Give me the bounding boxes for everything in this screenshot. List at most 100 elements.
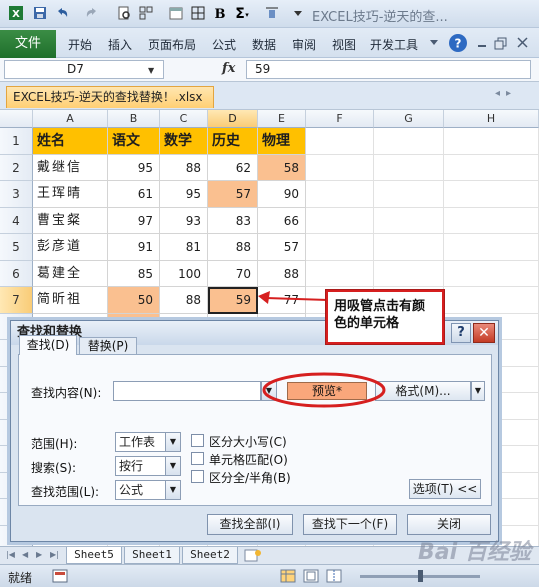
- cell-a5[interactable]: 彭彦道: [33, 234, 108, 261]
- look-in-select[interactable]: 公式 ▼: [115, 480, 181, 500]
- first-sheet-icon[interactable]: |◀: [6, 550, 15, 559]
- align-top-icon[interactable]: [264, 5, 280, 21]
- cell-a6[interactable]: 葛建全: [33, 260, 108, 287]
- cell-d5[interactable]: 88: [208, 234, 258, 261]
- sheet-tab-sheet5[interactable]: Sheet5: [66, 547, 122, 564]
- column-header-e[interactable]: E: [258, 110, 306, 128]
- header-cell-e[interactable]: 物理: [258, 128, 306, 155]
- tab-file[interactable]: 文件: [0, 30, 56, 58]
- tab-developer[interactable]: 开发工具: [370, 36, 418, 53]
- cell-b4[interactable]: 97: [108, 207, 160, 234]
- cell-c2[interactable]: 88: [160, 154, 208, 181]
- column-header-f[interactable]: F: [306, 110, 374, 128]
- cell-e5[interactable]: 57: [258, 234, 306, 261]
- row-header-1[interactable]: 1: [0, 128, 33, 155]
- formula-input[interactable]: 59: [246, 60, 531, 79]
- cell-b3[interactable]: 61: [108, 181, 160, 208]
- tab-data[interactable]: 数据: [252, 36, 276, 53]
- header-cell-c[interactable]: 数学: [160, 128, 208, 155]
- find-all-button[interactable]: 查找全部(I): [207, 514, 293, 535]
- match-cell-checkbox[interactable]: [191, 452, 204, 465]
- cell-e2[interactable]: 58: [258, 154, 306, 181]
- header-cell-a[interactable]: 姓名: [33, 128, 108, 155]
- cell-b2[interactable]: 95: [108, 154, 160, 181]
- page-layout-view-icon[interactable]: [303, 569, 319, 583]
- scope-select[interactable]: 工作表 ▼: [115, 432, 181, 452]
- cell-e4[interactable]: 66: [258, 207, 306, 234]
- cell-d4[interactable]: 83: [208, 207, 258, 234]
- sheet-tab-sheet1[interactable]: Sheet1: [124, 547, 180, 564]
- borders-icon[interactable]: [190, 5, 206, 21]
- workbook-controls[interactable]: ◂▸: [495, 88, 517, 99]
- bold-icon[interactable]: B: [212, 5, 228, 21]
- cell-e6[interactable]: 88: [258, 260, 306, 287]
- cell-c4[interactable]: 93: [160, 207, 208, 234]
- print-preview-icon[interactable]: [116, 5, 132, 21]
- help-icon[interactable]: ?: [449, 34, 467, 52]
- row-header-2[interactable]: 2: [0, 154, 33, 181]
- tab-find[interactable]: 查找(D): [19, 335, 77, 355]
- zoom-slider-thumb[interactable]: [418, 570, 423, 582]
- close-button[interactable]: 关闭: [407, 514, 491, 535]
- match-width-checkbox[interactable]: [191, 470, 204, 483]
- chevron-down-icon[interactable]: ▼: [165, 456, 181, 476]
- cell-b7[interactable]: 50: [108, 287, 160, 314]
- column-header-a[interactable]: A: [33, 110, 108, 128]
- cell-d2[interactable]: 62: [208, 154, 258, 181]
- chevron-down-icon[interactable]: ▼: [165, 432, 181, 452]
- cell-c7[interactable]: 88: [160, 287, 208, 314]
- options-button[interactable]: 选项(T) <<: [409, 479, 481, 499]
- minimize-ribbon-icon[interactable]: [430, 40, 438, 45]
- row-header-6[interactable]: 6: [0, 260, 33, 287]
- column-header-d[interactable]: D: [208, 110, 258, 128]
- cell-a3[interactable]: 王珲晴: [33, 181, 108, 208]
- cell-d7[interactable]: 59: [208, 287, 258, 314]
- cell-b5[interactable]: 91: [108, 234, 160, 261]
- redo-icon[interactable]: [84, 5, 100, 21]
- layout-icon[interactable]: [138, 5, 154, 21]
- close-window-icon[interactable]: [517, 37, 528, 48]
- tab-home[interactable]: 开始: [68, 36, 92, 53]
- cell-a2[interactable]: 戴继信: [33, 154, 108, 181]
- next-sheet-icon[interactable]: ▶: [36, 550, 42, 559]
- match-case-checkbox[interactable]: [191, 434, 204, 447]
- header-cell-b[interactable]: 语文: [108, 128, 160, 155]
- row-header-7[interactable]: 7: [0, 287, 33, 314]
- row-header-3[interactable]: 3: [0, 181, 33, 208]
- last-sheet-icon[interactable]: ▶|: [50, 550, 59, 559]
- column-header-g[interactable]: G: [374, 110, 444, 128]
- tab-page-layout[interactable]: 页面布局: [148, 36, 196, 53]
- cell-d6[interactable]: 70: [208, 260, 258, 287]
- page-break-view-icon[interactable]: [326, 569, 342, 583]
- name-box[interactable]: D7: [4, 60, 164, 79]
- cell-d3[interactable]: 57: [208, 181, 258, 208]
- undo-icon[interactable]: [54, 5, 70, 21]
- chevron-down-icon[interactable]: ▼: [165, 480, 181, 500]
- find-next-button[interactable]: 查找下一个(F): [303, 514, 397, 535]
- tab-review[interactable]: 审阅: [292, 36, 316, 53]
- header-cell-d[interactable]: 历史: [208, 128, 258, 155]
- select-all-corner[interactable]: [0, 110, 33, 128]
- cell-e3[interactable]: 90: [258, 181, 306, 208]
- cell-b6[interactable]: 85: [108, 260, 160, 287]
- dialog-close-button[interactable]: ✕: [473, 323, 495, 343]
- autosum-icon[interactable]: Σ ▾: [234, 5, 250, 21]
- search-select[interactable]: 按行 ▼: [115, 456, 181, 476]
- cell-a7[interactable]: 简昕祖: [33, 287, 108, 314]
- cell-c3[interactable]: 95: [160, 181, 208, 208]
- format-dropdown[interactable]: ▼: [471, 381, 485, 401]
- normal-view-icon[interactable]: [280, 569, 296, 583]
- cell-e7[interactable]: 77: [258, 287, 306, 314]
- tab-insert[interactable]: 插入: [108, 36, 132, 53]
- prev-sheet-icon[interactable]: ◀: [22, 550, 28, 559]
- chevron-down-icon[interactable]: ▼: [148, 66, 154, 75]
- tab-view[interactable]: 视图: [332, 36, 356, 53]
- calendar-icon[interactable]: [168, 5, 184, 21]
- customize-qat-icon[interactable]: [290, 5, 306, 21]
- insert-sheet-icon[interactable]: [242, 548, 264, 563]
- macro-record-icon[interactable]: [52, 569, 68, 583]
- tab-replace[interactable]: 替换(P): [79, 337, 137, 355]
- cell-c5[interactable]: 81: [160, 234, 208, 261]
- cell-c6[interactable]: 100: [160, 260, 208, 287]
- cell-a4[interactable]: 曹宝粲: [33, 207, 108, 234]
